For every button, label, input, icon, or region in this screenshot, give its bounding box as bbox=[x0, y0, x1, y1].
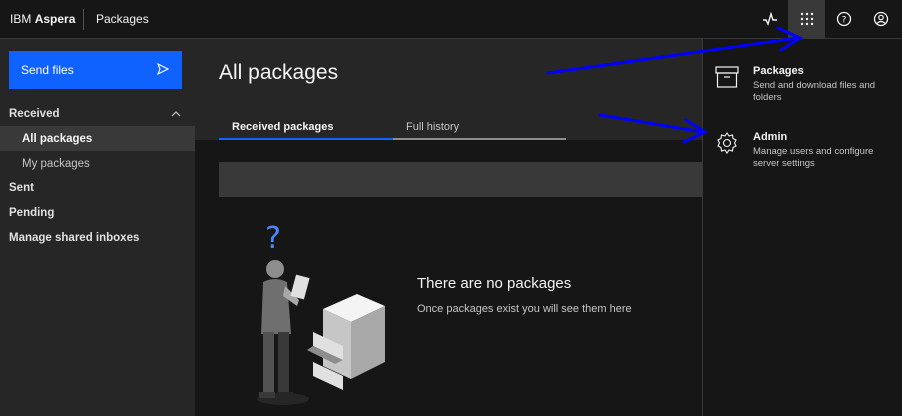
brand-name[interactable]: IBM Aspera bbox=[10, 12, 75, 26]
header-divider bbox=[83, 9, 84, 30]
switcher-item-description: Manage users and configure server settin… bbox=[753, 146, 874, 169]
switcher-item-title: Packages bbox=[753, 65, 804, 77]
package-box-icon bbox=[714, 65, 740, 94]
tab-received-packages[interactable]: Received packages bbox=[219, 115, 393, 140]
send-files-button[interactable]: Send files bbox=[9, 51, 182, 89]
sidebar-item-received[interactable]: Received bbox=[0, 101, 195, 126]
sidebar-item-label: All packages bbox=[22, 132, 93, 145]
send-icon bbox=[156, 62, 170, 79]
sidebar-item-my-packages[interactable]: My packages bbox=[0, 151, 195, 176]
settings-gear-icon bbox=[714, 131, 740, 162]
empty-state-illustration: ? bbox=[257, 221, 385, 405]
switcher-item-title: Admin bbox=[753, 131, 788, 143]
app-switcher-panel: Packages Send and download files and fol… bbox=[702, 39, 902, 416]
chevron-up-icon bbox=[171, 109, 181, 121]
header-app-name[interactable]: Packages bbox=[96, 12, 149, 26]
app-switcher-icon[interactable] bbox=[788, 0, 825, 38]
sidebar-item-sent[interactable]: Sent bbox=[0, 175, 195, 200]
activity-icon[interactable] bbox=[751, 0, 788, 38]
brand-product: Aspera bbox=[34, 12, 76, 26]
table-toolbar bbox=[219, 162, 702, 197]
empty-state-title: There are no packages bbox=[417, 275, 572, 292]
sidebar: Send files Received All packages My pack… bbox=[0, 39, 195, 416]
switcher-item-description: Send and download files and folders bbox=[753, 80, 876, 103]
help-icon[interactable]: ? bbox=[825, 0, 862, 38]
switcher-item-packages[interactable]: Packages Send and download files and fol… bbox=[703, 65, 902, 115]
sidebar-item-label: Received bbox=[9, 107, 60, 120]
sidebar-item-label: Pending bbox=[9, 206, 55, 219]
question-mark-icon: ? bbox=[265, 221, 281, 256]
sidebar-item-pending[interactable]: Pending bbox=[0, 200, 195, 225]
empty-state-subtitle: Once packages exist you will see them he… bbox=[417, 303, 632, 315]
user-avatar-icon[interactable] bbox=[862, 0, 899, 38]
sidebar-item-label: Manage shared inboxes bbox=[9, 231, 140, 244]
send-files-label: Send files bbox=[21, 63, 74, 77]
brand-prefix: IBM bbox=[10, 12, 32, 26]
tab-full-history[interactable]: Full history bbox=[393, 115, 566, 140]
sidebar-item-label: My packages bbox=[22, 157, 90, 170]
svg-text:?: ? bbox=[841, 16, 846, 26]
top-header: IBM Aspera Packages ? bbox=[0, 0, 902, 39]
sidebar-item-manage-shared-inboxes[interactable]: Manage shared inboxes bbox=[0, 225, 195, 250]
sidebar-item-label: Sent bbox=[9, 181, 34, 194]
switcher-item-admin[interactable]: Admin Manage users and configure server … bbox=[703, 131, 902, 181]
page-title: All packages bbox=[219, 61, 339, 84]
sidebar-item-all-packages[interactable]: All packages bbox=[0, 126, 195, 151]
